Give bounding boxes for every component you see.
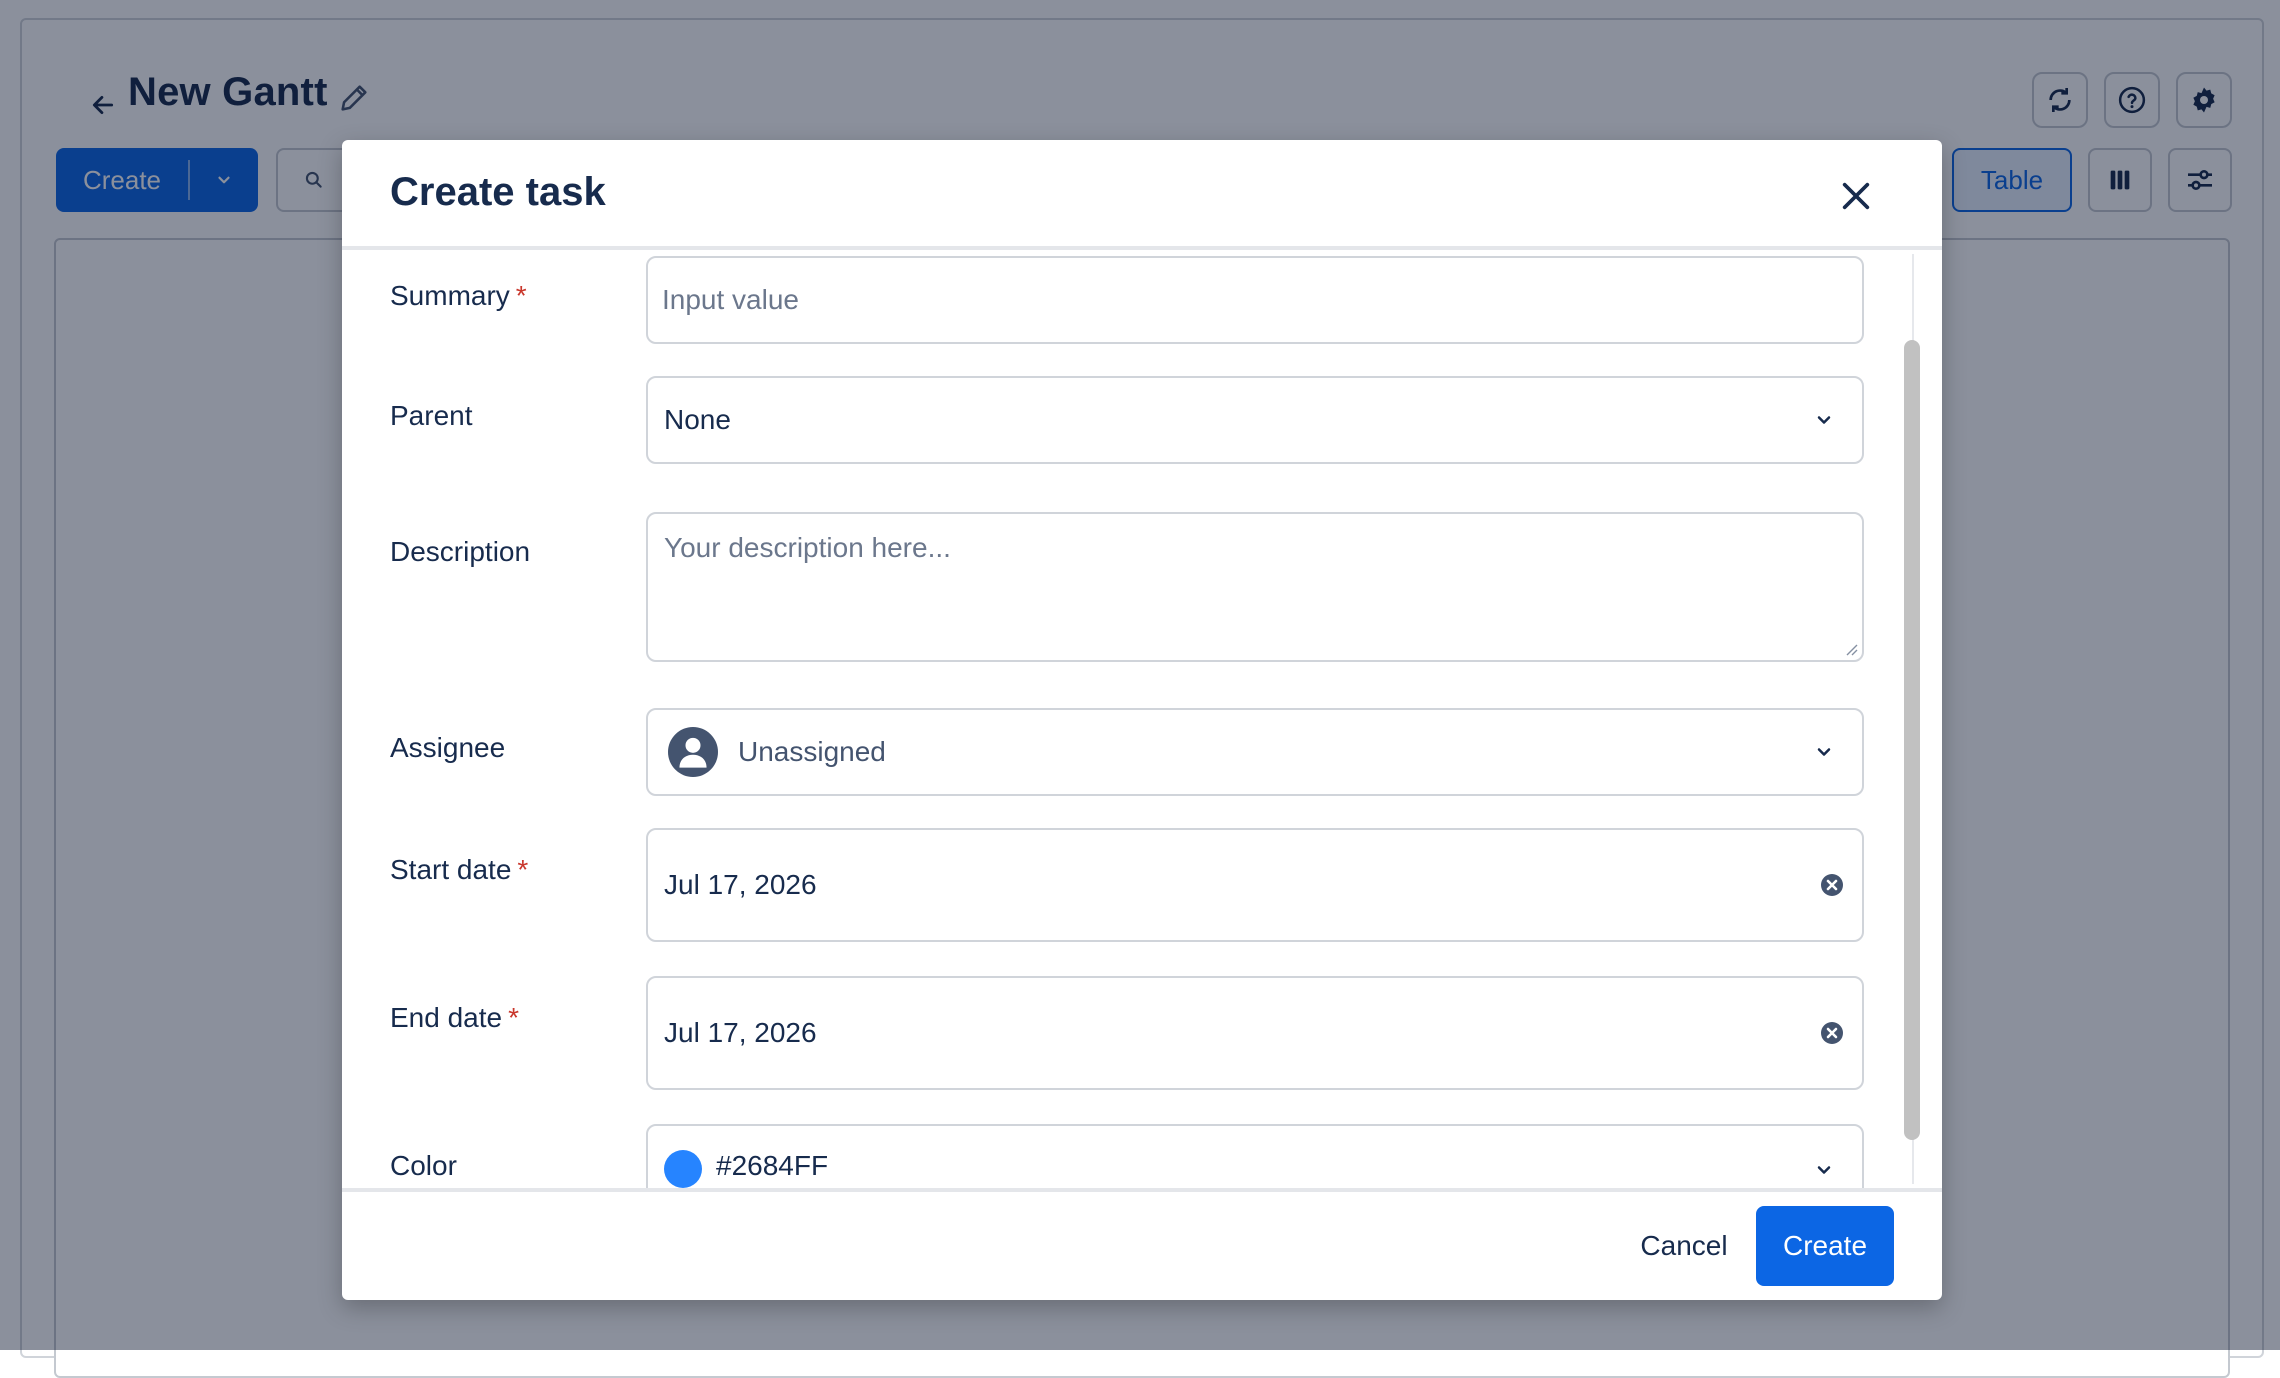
scrollbar-thumb[interactable] [1904,340,1920,1140]
cancel-button[interactable]: Cancel [1602,1206,1766,1286]
avatar-icon [668,727,718,777]
summary-field[interactable] [646,256,1864,344]
chevron-down-icon [1817,748,1831,756]
dialog-footer: Cancel Create [342,1192,1942,1300]
start-date-picker[interactable]: Jul 17, 2026 [646,828,1864,942]
description-label: Description [390,536,531,567]
parent-label: Parent [390,400,473,431]
required-marker: * [517,854,529,885]
description-field[interactable] [646,512,1864,662]
color-swatch [664,1150,702,1188]
chevron-down-icon [1817,1166,1831,1174]
end-date-picker[interactable]: Jul 17, 2026 [646,976,1864,1090]
dialog-title: Create task [390,170,606,214]
assignee-select-value: Unassigned [738,736,886,767]
end-date-label-text: End date [390,1002,503,1033]
color-select-value: #2684FF [716,1150,829,1181]
color-select[interactable]: #2684FF [646,1124,1864,1188]
parent-select[interactable]: None [646,376,1864,464]
summary-label: Summary * [390,280,527,312]
assignee-label: Assignee [390,732,506,763]
required-marker: * [515,280,527,311]
clear-start-date-button[interactable] [1818,871,1846,899]
close-icon [1842,182,1870,210]
summary-label-text: Summary [390,280,510,311]
clear-icon [1821,1022,1843,1044]
assignee-select[interactable]: Unassigned [646,708,1864,796]
create-button[interactable]: Create [1756,1206,1894,1286]
assignee-chevron [1812,740,1836,764]
start-date-value: Jul 17, 2026 [664,869,817,900]
dialog-body: Summary* Parent None Description Assigne… [342,250,1942,1188]
chevron-down-icon [1817,416,1831,424]
required-marker: * [508,1002,520,1033]
color-label: Color [390,1150,457,1181]
start-date-label: Start date * [390,854,528,886]
close-button[interactable] [1832,172,1880,220]
clear-end-date-button[interactable] [1818,1019,1846,1047]
parent-select-value: None [664,404,731,435]
parent-chevron [1812,408,1836,432]
clear-icon [1821,874,1843,896]
end-date-value: Jul 17, 2026 [664,1017,817,1048]
resize-handle-icon[interactable] [1842,640,1858,656]
description-textarea[interactable] [662,530,1848,640]
color-chevron [1812,1158,1836,1182]
summary-input[interactable] [660,283,1850,317]
dialog-header: Create task [342,140,1942,248]
create-task-dialog: Create task Summary* Parent None [342,140,1942,1300]
end-date-label: End date * [390,1002,519,1034]
start-date-label-text: Start date [390,854,512,885]
